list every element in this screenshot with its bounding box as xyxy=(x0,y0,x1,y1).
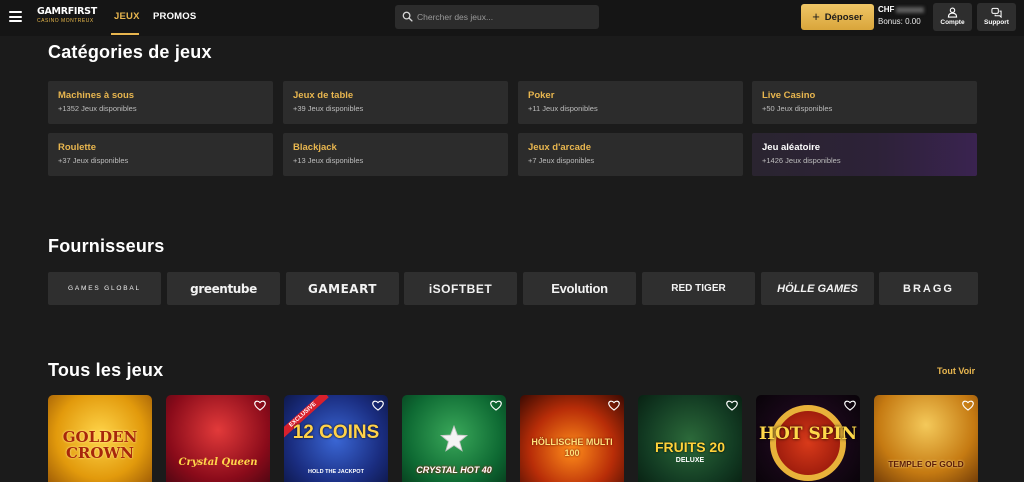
category-count: +50 Jeux disponibles xyxy=(762,104,833,113)
support-button[interactable]: Support xyxy=(977,3,1016,31)
support-label: Support xyxy=(984,19,1009,26)
provider-greentube[interactable]: greentube xyxy=(167,272,280,305)
category-count: +11 Jeux disponibles xyxy=(528,104,598,113)
nav-active-indicator xyxy=(111,33,139,35)
heart-icon[interactable] xyxy=(608,400,620,411)
category-name: Roulette xyxy=(58,142,96,153)
provider-bragg[interactable]: BRAGG xyxy=(879,272,978,305)
game-title: GOLDEN CROWN xyxy=(62,428,138,462)
all-games-heading: Tous les jeux xyxy=(48,360,164,380)
provider-logo-text: iSOFTBET xyxy=(428,281,493,296)
category-card[interactable]: Jeux d'arcade +7 Jeux disponibles xyxy=(518,133,743,176)
category-count: +7 Jeux disponibles xyxy=(528,156,595,165)
game-tile[interactable]: HOT SPIN xyxy=(756,395,860,482)
provider-games-global[interactable]: GAMES GLOBAL xyxy=(48,272,161,305)
logo-text: GAMRFIRST xyxy=(37,6,97,17)
category-name: Machines à sous xyxy=(58,90,135,101)
heart-icon[interactable] xyxy=(254,400,266,411)
provider-evolution[interactable]: Evolution xyxy=(523,272,636,305)
game-tile[interactable]: Crystal Queen xyxy=(166,395,270,482)
category-card[interactable]: Jeux de table +39 Jeux disponibles xyxy=(283,81,508,124)
search-input[interactable] xyxy=(417,7,592,27)
provider-logo-text: GAMEART xyxy=(308,281,377,296)
search-box[interactable] xyxy=(395,5,599,29)
category-count: +1352 Jeux disponibles xyxy=(58,104,137,113)
star-icon xyxy=(440,425,468,452)
category-card[interactable]: Blackjack +13 Jeux disponibles xyxy=(283,133,508,176)
deposit-button[interactable]: + Déposer xyxy=(801,4,874,30)
chat-icon xyxy=(991,7,1002,18)
game-tile[interactable]: HÖLLISCHE MULTI 100 xyxy=(520,395,624,482)
category-count: +39 Jeux disponibles xyxy=(293,104,364,113)
provider-gameart[interactable]: GAMEART xyxy=(286,272,399,305)
heart-icon[interactable] xyxy=(372,400,384,411)
categories-heading: Catégories de jeux xyxy=(48,42,212,62)
game-tile[interactable]: CRYSTAL HOT 40 xyxy=(402,395,506,482)
game-tile[interactable]: GOLDEN CROWN xyxy=(48,395,152,482)
balance-amount-hidden xyxy=(896,6,925,13)
heart-icon[interactable] xyxy=(962,400,974,411)
category-card[interactable]: Poker +11 Jeux disponibles xyxy=(518,81,743,124)
nav-jeux[interactable]: JEUX xyxy=(114,11,140,22)
logo[interactable]: GAMRFIRST CASINO MONTREUX xyxy=(37,6,97,29)
category-card[interactable]: Live Casino +50 Jeux disponibles xyxy=(752,81,977,124)
provider-red-tiger[interactable]: RED TIGER xyxy=(642,272,755,305)
logo-subtitle: CASINO MONTREUX xyxy=(37,18,94,24)
heart-icon[interactable] xyxy=(726,400,738,411)
provider-logo-text: greentube xyxy=(190,281,257,296)
category-name: Jeu aléatoire xyxy=(762,142,821,153)
bonus-balance: Bonus: 0.00 xyxy=(878,17,921,26)
category-name: Live Casino xyxy=(762,90,816,101)
account-button[interactable]: Compte xyxy=(933,3,972,31)
game-title: CRYSTAL HOT 40 xyxy=(416,465,492,475)
account-label: Compte xyxy=(940,19,965,26)
category-name: Jeux de table xyxy=(293,90,354,101)
category-card[interactable]: Roulette +37 Jeux disponibles xyxy=(48,133,273,176)
provider-logo-text: HÖLLE GAMES xyxy=(777,282,858,295)
category-count: +37 Jeux disponibles xyxy=(58,156,129,165)
see-all-link[interactable]: Tout Voir xyxy=(937,366,975,376)
heart-icon[interactable] xyxy=(490,400,502,411)
category-count: +13 Jeux disponibles xyxy=(293,156,364,165)
provider-logo-text: GAMES GLOBAL xyxy=(68,285,141,292)
game-title: Crystal Queen xyxy=(178,457,258,468)
menu-icon[interactable] xyxy=(9,11,22,22)
provider-logo-text: RED TIGER xyxy=(671,283,726,294)
nav-promos[interactable]: PROMOS xyxy=(153,11,196,22)
game-title: HOT SPIN xyxy=(759,424,857,444)
providers-heading: Fournisseurs xyxy=(48,236,165,256)
heart-icon[interactable] xyxy=(844,400,856,411)
balance-display[interactable]: CHF Bonus: 0.00 xyxy=(878,5,930,26)
provider-logo-text: BRAGG xyxy=(903,282,954,295)
deposit-label: Déposer xyxy=(824,11,863,23)
category-name: Jeux d'arcade xyxy=(528,142,591,153)
category-count: +1426 Jeux disponibles xyxy=(762,156,841,165)
game-tile[interactable]: EXCLUSIVE 12 COINS HOLD THE JACKPOT xyxy=(284,395,388,482)
game-title: TEMPLE OF GOLD xyxy=(888,459,964,469)
category-card-random[interactable]: Jeu aléatoire +1426 Jeux disponibles xyxy=(752,133,977,176)
provider-holle-games[interactable]: HÖLLE GAMES xyxy=(761,272,874,305)
game-tile[interactable]: TEMPLE OF GOLD xyxy=(874,395,978,482)
balance-currency: CHF xyxy=(878,5,895,14)
provider-logo-text: Evolution xyxy=(551,281,608,296)
game-tile[interactable]: FRUITS 20 DELUXE xyxy=(638,395,742,482)
user-icon xyxy=(947,7,958,18)
category-name: Blackjack xyxy=(293,142,337,153)
search-icon xyxy=(402,11,413,22)
plus-icon: + xyxy=(812,9,820,24)
category-name: Poker xyxy=(528,90,555,101)
category-card[interactable]: Machines à sous +1352 Jeux disponibles xyxy=(48,81,273,124)
game-subtitle: HOLD THE JACKPOT xyxy=(308,469,364,475)
game-title: HÖLLISCHE MULTI 100 xyxy=(531,437,613,458)
game-subtitle: DELUXE xyxy=(675,457,705,464)
game-title: 12 COINS xyxy=(292,422,380,443)
game-title: FRUITS 20 xyxy=(654,439,725,455)
provider-isoftbet[interactable]: iSOFTBET xyxy=(404,272,517,305)
